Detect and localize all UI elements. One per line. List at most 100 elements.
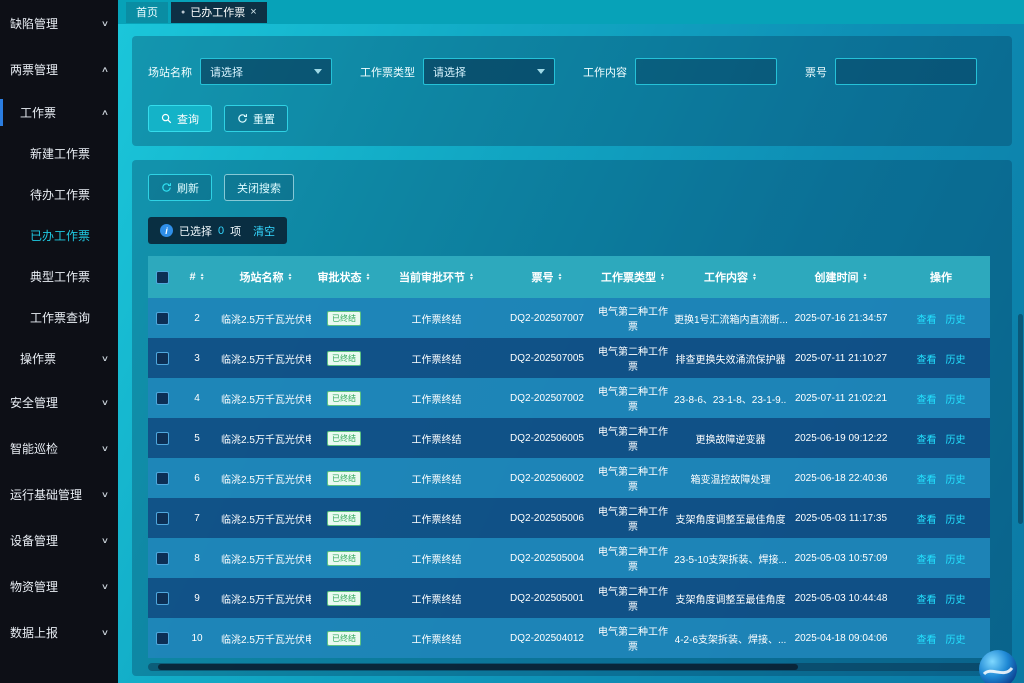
- history-link[interactable]: 历史: [946, 471, 966, 486]
- sidebar-item[interactable]: 运行基础管理 ∨: [0, 471, 118, 517]
- work-content-text: 4-2-6支架拆装、焊接、...: [675, 631, 787, 646]
- table-row[interactable]: 4 临洮2.5万千瓦光伏电... 已终结 工作票终结 DQ2-202507002…: [148, 378, 990, 418]
- sidebar-item[interactable]: 缺陷管理 ∨: [0, 0, 118, 46]
- vertical-scrollbar[interactable]: [1018, 314, 1023, 524]
- work-content-input[interactable]: [635, 58, 777, 85]
- sort-icon[interactable]: ▲▼: [288, 273, 293, 281]
- column-header[interactable]: 场站名称 ▲▼: [218, 256, 314, 298]
- table-row[interactable]: 3 临洮2.5万千瓦光伏电... 已终结 工作票终结 DQ2-202507005…: [148, 338, 990, 378]
- table-toolbar: 刷新 关闭搜索: [148, 174, 996, 201]
- row-checkbox[interactable]: [156, 592, 169, 605]
- select-all-cell: [148, 256, 176, 298]
- row-checkbox[interactable]: [156, 432, 169, 445]
- sidebar-item[interactable]: 智能巡检 ∨: [0, 425, 118, 471]
- clear-selection-link[interactable]: 清空: [253, 223, 275, 239]
- view-link[interactable]: 查看: [917, 511, 937, 526]
- row-checkbox[interactable]: [156, 312, 169, 325]
- history-link[interactable]: 历史: [946, 351, 966, 366]
- tab[interactable]: ● 已办工作票 ×: [171, 2, 267, 23]
- refresh-button[interactable]: 刷新: [148, 174, 212, 201]
- sidebar-nav: 缺陷管理 ∨ 两票管理 ∧ 工作票 ∧ 新建工作票 待办工作票 已办工作票 典型…: [0, 0, 118, 655]
- sort-icon[interactable]: ▲▼: [558, 273, 563, 281]
- sort-icon[interactable]: ▲▼: [863, 273, 868, 281]
- view-link[interactable]: 查看: [917, 631, 937, 646]
- work-content-text: 排查更换失效涌流保护器: [676, 351, 786, 366]
- station-cell: 临洮2.5万千瓦光伏电...: [218, 391, 314, 406]
- close-search-button-label: 关闭搜索: [237, 180, 281, 196]
- column-header[interactable]: 审批状态 ▲▼: [314, 256, 374, 298]
- history-link[interactable]: 历史: [946, 391, 966, 406]
- column-header[interactable]: 当前审批环节 ▲▼: [374, 256, 499, 298]
- station-select[interactable]: 请选择: [200, 58, 332, 85]
- sidebar-item[interactable]: 设备管理 ∨: [0, 517, 118, 563]
- table-row[interactable]: 8 临洮2.5万千瓦光伏电... 已终结 工作票终结 DQ2-202505004…: [148, 538, 990, 578]
- table-row[interactable]: 7 临洮2.5万千瓦光伏电... 已终结 工作票终结 DQ2-202505006…: [148, 498, 990, 538]
- sidebar-item[interactable]: 操作票 ∨: [0, 338, 118, 379]
- sidebar-item[interactable]: 安全管理 ∨: [0, 379, 118, 425]
- ticket-no-input[interactable]: [835, 58, 977, 85]
- sidebar-item-label: 典型工作票: [30, 268, 90, 285]
- column-header[interactable]: # ▲▼: [176, 256, 218, 298]
- table-row[interactable]: 5 临洮2.5万千瓦光伏电... 已终结 工作票终结 DQ2-202506005…: [148, 418, 990, 458]
- view-link[interactable]: 查看: [917, 551, 937, 566]
- ticket-type-select[interactable]: 请选择: [423, 58, 555, 85]
- view-link[interactable]: 查看: [917, 351, 937, 366]
- view-link[interactable]: 查看: [917, 311, 937, 326]
- sidebar-item[interactable]: 数据上报 ∨: [0, 609, 118, 655]
- row-checkbox[interactable]: [156, 552, 169, 565]
- table-row[interactable]: 9 临洮2.5万千瓦光伏电... 已终结 工作票终结 DQ2-202505001…: [148, 578, 990, 618]
- history-link[interactable]: 历史: [946, 431, 966, 446]
- table-row[interactable]: 6 临洮2.5万千瓦光伏电... 已终结 工作票终结 DQ2-202506002…: [148, 458, 990, 498]
- approval-step-cell: 工作票终结: [374, 351, 499, 366]
- action-cell: 查看 历史: [892, 511, 990, 526]
- sidebar-item[interactable]: 工作票查询: [0, 297, 118, 338]
- reset-button[interactable]: 重置: [224, 105, 288, 132]
- view-link[interactable]: 查看: [917, 591, 937, 606]
- view-link[interactable]: 查看: [917, 431, 937, 446]
- horizontal-scrollbar[interactable]: [148, 663, 990, 671]
- history-link[interactable]: 历史: [946, 511, 966, 526]
- history-link[interactable]: 历史: [946, 631, 966, 646]
- history-link[interactable]: 历史: [946, 591, 966, 606]
- floating-logo-icon[interactable]: [978, 649, 1018, 683]
- close-search-button[interactable]: 关闭搜索: [224, 174, 294, 201]
- select-all-checkbox[interactable]: [156, 271, 169, 284]
- sort-icon[interactable]: ▲▼: [752, 273, 757, 281]
- view-link[interactable]: 查看: [917, 471, 937, 486]
- table-row[interactable]: 2 临洮2.5万千瓦光伏电... 已终结 工作票终结 DQ2-202507007…: [148, 298, 990, 338]
- sidebar-item[interactable]: 典型工作票: [0, 256, 118, 297]
- column-header[interactable]: 工作票类型 ▲▼: [595, 256, 671, 298]
- status-badge: 已终结: [327, 351, 361, 366]
- sidebar-item[interactable]: 工作票 ∧: [0, 92, 118, 133]
- sidebar-item[interactable]: 物资管理 ∨: [0, 563, 118, 609]
- column-header[interactable]: 工作内容 ▲▼: [671, 256, 790, 298]
- history-link[interactable]: 历史: [946, 551, 966, 566]
- sidebar-item[interactable]: 待办工作票: [0, 174, 118, 215]
- column-header[interactable]: 操作 ▲▼: [892, 256, 990, 298]
- row-checkbox-cell: [148, 392, 176, 405]
- sort-icon[interactable]: ▲▼: [469, 273, 474, 281]
- row-checkbox[interactable]: [156, 472, 169, 485]
- history-link[interactable]: 历史: [946, 311, 966, 326]
- sidebar-item[interactable]: 新建工作票: [0, 133, 118, 174]
- table-row[interactable]: 10 临洮2.5万千瓦光伏电... 已终结 工作票终结 DQ2-20250401…: [148, 618, 990, 658]
- tab-close-icon[interactable]: ×: [250, 6, 256, 18]
- column-header[interactable]: 创建时间 ▲▼: [790, 256, 892, 298]
- row-checkbox[interactable]: [156, 632, 169, 645]
- column-header[interactable]: 票号 ▲▼: [499, 256, 595, 298]
- status-badge: 已终结: [327, 631, 361, 646]
- row-checkbox[interactable]: [156, 352, 169, 365]
- sort-icon[interactable]: ▲▼: [366, 273, 371, 281]
- status-badge: 已终结: [327, 391, 361, 406]
- sidebar-item[interactable]: 两票管理 ∧: [0, 46, 118, 92]
- horizontal-scrollbar-thumb[interactable]: [158, 664, 798, 670]
- sidebar-item[interactable]: 已办工作票: [0, 215, 118, 256]
- sort-icon[interactable]: ▲▼: [200, 273, 205, 281]
- tab[interactable]: 首页: [126, 2, 168, 23]
- row-checkbox[interactable]: [156, 392, 169, 405]
- view-link[interactable]: 查看: [917, 391, 937, 406]
- sort-icon[interactable]: ▲▼: [660, 273, 665, 281]
- chevron-icon: ∨: [101, 536, 109, 545]
- row-checkbox[interactable]: [156, 512, 169, 525]
- query-button[interactable]: 查询: [148, 105, 212, 132]
